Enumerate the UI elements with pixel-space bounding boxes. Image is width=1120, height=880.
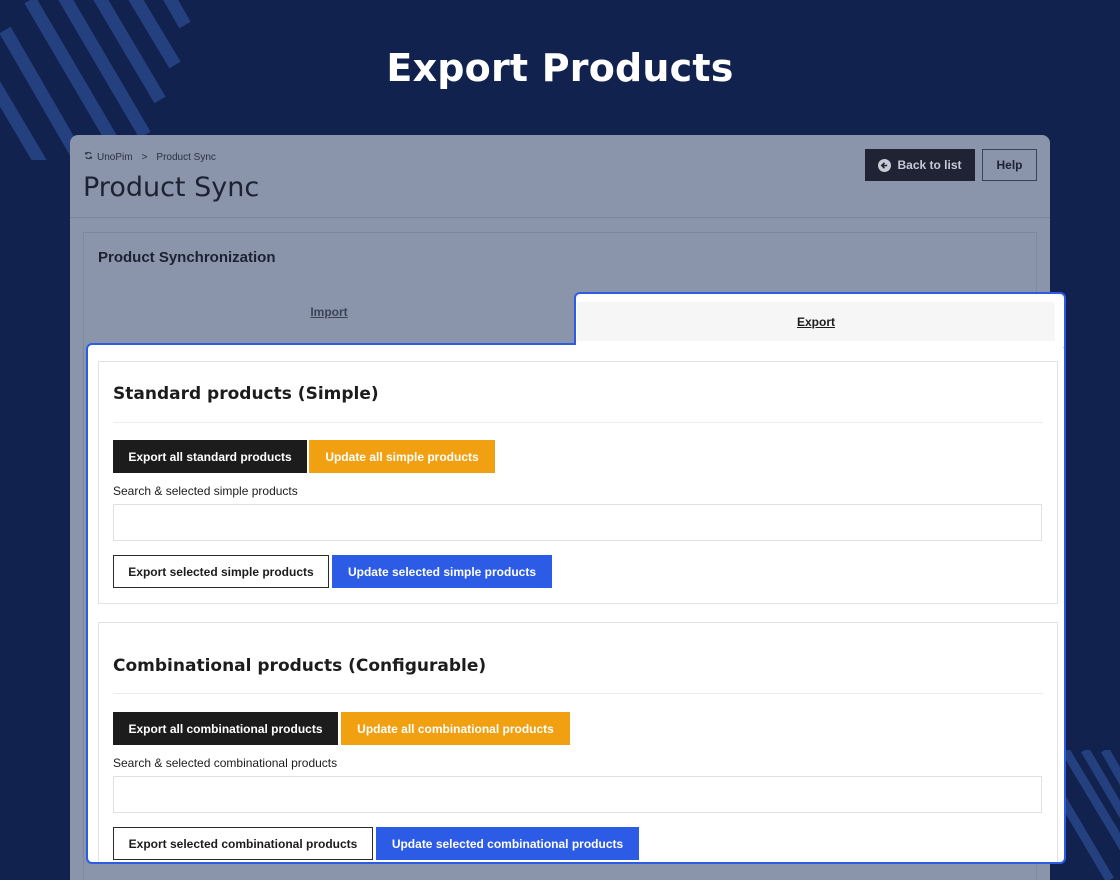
simple-section-title: Standard products (Simple) (113, 384, 379, 404)
export-selected-simple-button[interactable]: Export selected simple products (113, 555, 329, 588)
arrow-left-circle-icon (878, 158, 892, 172)
page-header: UnoPim > Product Sync Product Sync Back … (70, 135, 1050, 218)
tab-export-label: Export (577, 302, 1055, 344)
breadcrumb: UnoPim > Product Sync (84, 151, 216, 163)
sync-icon (84, 151, 93, 163)
export-panel: Standard products (Simple) Export all st… (86, 343, 1066, 864)
page-title: Product Sync (83, 172, 260, 203)
section-divider (113, 422, 1043, 423)
simple-search-label: Search & selected simple products (113, 484, 298, 498)
tab-export[interactable]: Export (574, 292, 1066, 348)
update-selected-simple-button[interactable]: Update selected simple products (332, 555, 552, 588)
export-all-simple-button[interactable]: Export all standard products (113, 440, 307, 473)
update-all-simple-button[interactable]: Update all simple products (309, 440, 495, 473)
tab-panel-join (576, 341, 1064, 347)
tab-import[interactable]: Import (84, 305, 574, 319)
update-all-configurable-button[interactable]: Update all combinational products (341, 712, 570, 745)
export-selected-configurable-button[interactable]: Export selected combinational products (113, 827, 373, 860)
export-all-configurable-button[interactable]: Export all combinational products (113, 712, 338, 745)
configurable-section-title: Combinational products (Configurable) (113, 656, 487, 676)
configurable-products-section: Combinational products (Configurable) Ex… (98, 622, 1058, 862)
configurable-search-input[interactable] (113, 776, 1042, 813)
sync-card-title: Product Synchronization (98, 249, 276, 266)
breadcrumb-root[interactable]: UnoPim (97, 152, 133, 163)
simple-products-section: Standard products (Simple) Export all st… (98, 361, 1058, 604)
back-to-list-label: Back to list (897, 158, 962, 172)
update-selected-configurable-button[interactable]: Update selected combinational products (376, 827, 639, 860)
hero-title: Export Products (386, 46, 734, 90)
section-divider (113, 693, 1043, 694)
simple-search-input[interactable] (113, 504, 1042, 541)
back-to-list-button[interactable]: Back to list (865, 149, 975, 181)
breadcrumb-separator: > (141, 151, 148, 163)
configurable-search-label: Search & selected combinational products (113, 756, 338, 770)
help-button[interactable]: Help (982, 149, 1037, 181)
breadcrumb-current: Product Sync (156, 151, 216, 163)
